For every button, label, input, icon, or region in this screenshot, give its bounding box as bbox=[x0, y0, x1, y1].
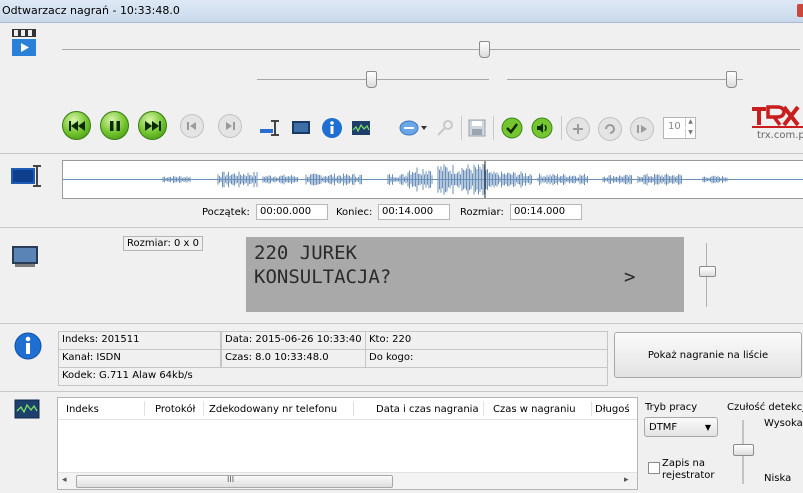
col-divider bbox=[203, 401, 204, 416]
record-label-1: Zapis na bbox=[662, 458, 705, 469]
position-thumb[interactable] bbox=[479, 41, 490, 58]
col-divider bbox=[144, 401, 145, 416]
mode-select-value: DTMF bbox=[649, 421, 678, 433]
sensitivity-thumb[interactable] bbox=[733, 444, 754, 456]
title-bar: Odtwarzacz nagrań - 10:33:48.0 bbox=[0, 0, 803, 23]
info-codec: Kodek: G.711 Alaw 64kb/s bbox=[58, 367, 608, 386]
display-arrow: > bbox=[624, 266, 636, 288]
info-who: Kto: 220 bbox=[365, 331, 608, 350]
decoder-icon bbox=[14, 399, 40, 421]
scroll-left-icon[interactable]: ◂ bbox=[62, 475, 67, 485]
forward-end-button[interactable] bbox=[138, 111, 167, 140]
previous-mark-button[interactable] bbox=[180, 114, 204, 138]
info-grid: Indeks: 201511 Kanał: ISDN Kodek: G.711 … bbox=[58, 331, 608, 386]
sensitivity-low-label: Niska bbox=[764, 473, 792, 484]
pause-button[interactable] bbox=[100, 111, 129, 140]
info-date: Data: 2015-06-26 10:33:40 bbox=[221, 331, 366, 350]
info-to-whom: Do kogo: bbox=[365, 349, 608, 368]
sensitivity-label: Czułość detekcji bbox=[727, 402, 803, 413]
speed-spinner[interactable]: 10 ▲ ▼ bbox=[663, 117, 696, 139]
end-field[interactable]: 00:14.000 bbox=[378, 204, 450, 220]
display-line-1: 220 JUREK bbox=[254, 242, 357, 264]
start-field[interactable]: 00:00.000 bbox=[256, 204, 328, 220]
decoder-hscrollbar[interactable]: ◂ III ▸ bbox=[58, 472, 637, 489]
volume-thumb[interactable] bbox=[366, 71, 377, 88]
col-index[interactable]: Indeks bbox=[66, 404, 99, 415]
end-label: Koniec: bbox=[336, 207, 373, 218]
toolbar-separator bbox=[493, 116, 494, 140]
start-label: Początek: bbox=[202, 207, 250, 218]
col-phone[interactable]: Zdekodowany nr telefonu bbox=[209, 404, 337, 415]
col-protocol[interactable]: Protokół bbox=[155, 404, 195, 415]
show-recording-label: Pokaż nagranie na liście bbox=[647, 349, 769, 361]
decoder-table[interactable]: Indeks Protokół Zdekodowany nr telefonu … bbox=[57, 397, 638, 490]
speed-track[interactable] bbox=[507, 79, 743, 80]
spinner-down-icon[interactable]: ▼ bbox=[685, 129, 695, 138]
waveform-view[interactable] bbox=[62, 160, 803, 199]
toolbar-separator bbox=[561, 116, 562, 140]
position-track[interactable] bbox=[62, 49, 800, 50]
add-mark-button[interactable] bbox=[566, 117, 590, 141]
waveform-bars bbox=[162, 163, 728, 196]
video-size-label: Rozmiar: 0 x 0 bbox=[123, 236, 203, 251]
size-field[interactable]: 00:14.000 bbox=[510, 204, 582, 220]
record-checkbox[interactable] bbox=[648, 462, 660, 474]
record-label-2: rejestrator bbox=[662, 470, 715, 481]
key-icon[interactable] bbox=[435, 118, 455, 138]
scroll-right-icon[interactable]: ▸ bbox=[624, 475, 629, 485]
display-line-2: KONSULTACJA? bbox=[254, 266, 392, 288]
col-datetime[interactable]: Data i czas nagrania bbox=[376, 404, 479, 415]
col-divider bbox=[483, 401, 484, 416]
col-divider bbox=[591, 401, 592, 416]
section-divider bbox=[0, 323, 803, 324]
search-dropdown-icon[interactable] bbox=[399, 117, 429, 139]
play-step-button[interactable] bbox=[630, 117, 654, 141]
info-section-icon bbox=[13, 331, 43, 361]
check-icon[interactable] bbox=[500, 116, 524, 140]
speed-thumb[interactable] bbox=[726, 71, 737, 88]
loop-button[interactable] bbox=[598, 117, 622, 141]
spectrum-icon[interactable] bbox=[350, 118, 372, 138]
chevron-down-icon: ▼ bbox=[704, 423, 711, 432]
toolbar-separator bbox=[461, 116, 462, 140]
waveform-cursor-icon bbox=[11, 163, 45, 189]
save-icon[interactable] bbox=[466, 118, 488, 138]
spinner-up-icon[interactable]: ▲ bbox=[685, 118, 695, 127]
brand-url[interactable]: trx.com.pl bbox=[757, 130, 803, 141]
info-icon[interactable] bbox=[320, 116, 344, 140]
phone-display: 220 JUREK KONSULTACJA? > bbox=[246, 237, 684, 312]
sensitivity-high-label: Wysoka bbox=[764, 418, 803, 429]
show-recording-button[interactable]: Pokaż nagranie na liście bbox=[614, 332, 802, 378]
info-time: Czas: 8.0 10:33:48.0 bbox=[221, 349, 366, 368]
trx-logo bbox=[752, 104, 803, 128]
video-window-icon[interactable] bbox=[290, 118, 312, 138]
size-label: Rozmiar: bbox=[460, 207, 504, 218]
scroll-thumb[interactable]: III bbox=[76, 475, 393, 488]
mode-label: Tryb pracy bbox=[645, 402, 698, 413]
speaker-icon[interactable] bbox=[530, 116, 554, 140]
rewind-start-button[interactable] bbox=[62, 111, 91, 140]
cursor-marker-icon[interactable] bbox=[260, 118, 282, 138]
next-mark-button[interactable] bbox=[218, 114, 242, 138]
scroll-thumb-grip: III bbox=[227, 475, 235, 484]
close-icon[interactable] bbox=[797, 4, 803, 17]
mode-select[interactable]: DTMF ▼ bbox=[644, 417, 718, 437]
section-divider bbox=[0, 227, 803, 228]
col-time-in-recording[interactable]: Czas w nagraniu bbox=[493, 404, 576, 415]
window-title: Odtwarzacz nagrań - 10:33:48.0 bbox=[2, 4, 180, 17]
col-length[interactable]: Długoś bbox=[595, 404, 630, 415]
section-divider bbox=[0, 391, 803, 392]
decoder-header: Indeks Protokół Zdekodowany nr telefonu … bbox=[58, 398, 637, 420]
monitor-icon bbox=[11, 244, 41, 270]
speed-spinner-value: 10 bbox=[668, 121, 681, 132]
col-divider bbox=[353, 401, 354, 416]
section-divider bbox=[0, 153, 803, 154]
waveform-svg bbox=[63, 161, 803, 198]
film-icon bbox=[11, 28, 41, 58]
display-slider-thumb[interactable] bbox=[699, 266, 716, 277]
info-channel: Kanał: ISDN bbox=[58, 349, 221, 368]
info-index: Indeks: 201511 bbox=[58, 331, 221, 350]
